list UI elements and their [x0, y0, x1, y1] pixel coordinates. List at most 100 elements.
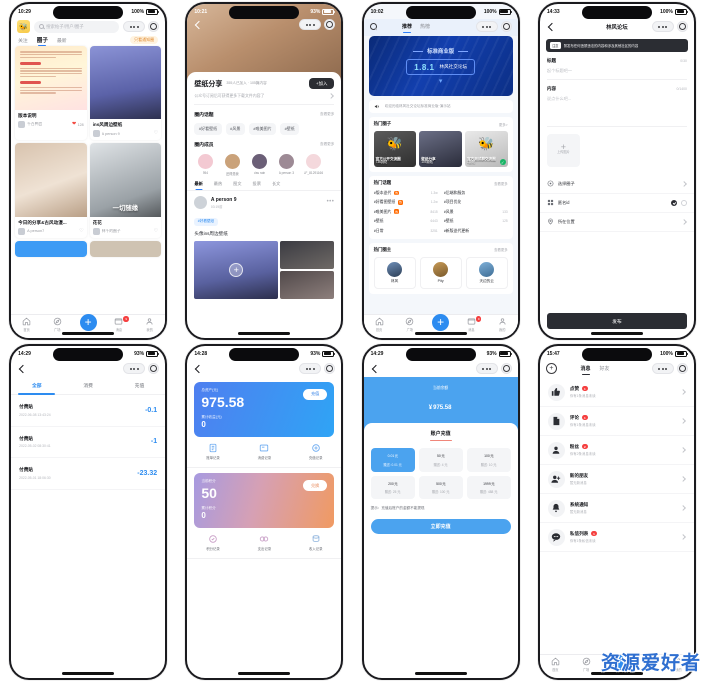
- tab-square[interactable]: 广场: [45, 317, 69, 332]
- bill-row[interactable]: 付费贴 2022-05-01 18:06:30 -23.32: [11, 458, 166, 490]
- search-input[interactable]: 搜索帖子/用户/圈子: [34, 20, 120, 33]
- feed-card[interactable]: 版本说明 千百鸭会 ❤ 128: [15, 46, 87, 141]
- recharge-option[interactable]: 1999元 赠送: 488 元: [466, 475, 511, 499]
- message-row-fans[interactable]: 粉丝 2 你有2条消息未读: [539, 436, 694, 465]
- action-bill-records[interactable]: 账单记录: [187, 443, 238, 460]
- close-icon[interactable]: [500, 363, 512, 374]
- back-button[interactable]: [546, 22, 556, 32]
- post-image[interactable]: [280, 241, 335, 270]
- member-item[interactable]: 还得是我: [221, 154, 243, 176]
- member-item[interactable]: kiss rain: [248, 154, 270, 175]
- tab-home[interactable]: 首页: [543, 657, 567, 672]
- circle-description[interactable]: 公众号订阅后可获得更多下载文件内容了: [194, 93, 335, 106]
- section-more[interactable]: 查看更多: [320, 112, 334, 117]
- post-tag[interactable]: #好看壁纸: [194, 217, 218, 226]
- subtab-imagetext[interactable]: 图文: [233, 181, 241, 187]
- topic-item[interactable]: #唯美图片热 8415: [374, 209, 438, 215]
- tab-all[interactable]: 全部: [11, 382, 62, 395]
- panel-more[interactable]: 查看更多: [494, 181, 508, 186]
- more-icon[interactable]: [651, 363, 674, 374]
- back-button[interactable]: [17, 364, 27, 374]
- message-row-system[interactable]: 系统通知 暂无新消息: [539, 494, 694, 523]
- tab-square[interactable]: 广场: [398, 317, 422, 332]
- tab-profile[interactable]: 我的: [138, 317, 162, 332]
- member-item[interactable]: A person 3: [275, 154, 297, 175]
- join-button[interactable]: +加入: [309, 78, 335, 90]
- title-input[interactable]: 起个标题吧～: [546, 68, 687, 80]
- recharge-option[interactable]: 500元 赠送: 100 元: [418, 475, 463, 499]
- more-icon[interactable]: [651, 21, 674, 32]
- radio-unselected[interactable]: [680, 199, 687, 206]
- hot-circle-card[interactable]: 壁纸分享 105篇帖: [419, 131, 462, 167]
- like-count[interactable]: ♡: [154, 228, 158, 234]
- tab-profile[interactable]: 我的: [490, 317, 514, 332]
- member-item[interactable]: LF_81291166: [302, 154, 324, 175]
- option-location[interactable]: 所在位置: [539, 213, 694, 232]
- radio-selected[interactable]: [670, 199, 677, 206]
- action-income-records[interactable]: 收入记录: [290, 534, 341, 551]
- feed-card[interactable]: [15, 240, 87, 257]
- back-button[interactable]: [193, 20, 203, 30]
- more-icon[interactable]: [299, 363, 322, 374]
- tab-home[interactable]: 首页: [367, 317, 391, 332]
- recharge-option[interactable]: 50元 赠送: 4 元: [418, 448, 463, 472]
- recharge-cta-button[interactable]: 立即充值: [370, 519, 511, 534]
- topic-item[interactable]: #版本迭代热 1.3w: [374, 190, 438, 196]
- tab-recharge[interactable]: 充值: [114, 382, 165, 394]
- avatar[interactable]: [194, 196, 208, 210]
- avatar[interactable]: 🐝: [17, 20, 31, 33]
- more-icon[interactable]: [475, 21, 498, 32]
- filter-pill[interactable]: 只看通知圈: [130, 36, 159, 45]
- tab-hotlist[interactable]: 热榜: [420, 23, 430, 30]
- topic-item[interactable]: #壁纸 6443: [374, 218, 438, 224]
- publish-button[interactable]: 发布: [546, 313, 687, 329]
- tab-message[interactable]: 9 消息: [107, 316, 131, 332]
- topic-item[interactable]: #风景 133: [444, 209, 508, 215]
- close-icon[interactable]: [148, 363, 160, 374]
- like-count[interactable]: ♡: [154, 131, 158, 136]
- owner-card[interactable]: 林风: [373, 256, 416, 290]
- tab-home[interactable]: 首页: [15, 317, 39, 332]
- topic-item[interactable]: #项目优化: [444, 199, 508, 205]
- message-row-new-friends[interactable]: 新的朋友 暂无新消息: [539, 465, 694, 494]
- bill-row[interactable]: 付费贴 2022-06-08 13:43:24 -0.1: [11, 395, 166, 427]
- more-icon[interactable]: [123, 363, 146, 374]
- action-consume-records[interactable]: 消费记录: [239, 443, 290, 460]
- recharge-button[interactable]: 充值: [302, 389, 328, 400]
- topic-tag[interactable]: #唯美图片: [248, 123, 277, 136]
- subtab-hot[interactable]: 最热: [214, 181, 222, 187]
- option-anonymous-id[interactable]: 匿名id: [539, 194, 694, 213]
- subtab-vote[interactable]: 投票: [253, 181, 261, 187]
- recharge-option[interactable]: 100元 赠送: 10 元: [466, 448, 511, 472]
- bill-row[interactable]: 付费贴 2022-05-02 08:30:41 -1: [11, 427, 166, 458]
- tab-consume[interactable]: 消费: [62, 382, 113, 394]
- action-expense-records[interactable]: 支出记录: [239, 534, 290, 551]
- feed-card[interactable]: 一切随缘 花花 林千的圈子 ♡: [89, 143, 162, 238]
- message-row-likes[interactable]: 点赞 1 你有1条消息未读: [539, 378, 694, 407]
- close-icon[interactable]: [324, 363, 336, 374]
- section-more[interactable]: 查看更多: [320, 142, 334, 147]
- topic-tag[interactable]: #风景: [225, 123, 245, 136]
- more-icon[interactable]: [299, 19, 322, 30]
- version-banner[interactable]: 标准商业版 1.8.1 林风社交论坛 ▾: [368, 36, 513, 96]
- topic-item[interactable]: #日常 3251: [374, 228, 438, 234]
- more-icon[interactable]: [123, 21, 146, 32]
- more-icon[interactable]: •••: [327, 199, 335, 204]
- tab-messages[interactable]: 消息: [581, 365, 591, 372]
- topic-item[interactable]: #好看图壁纸热 1.2w: [374, 199, 438, 205]
- more-icon[interactable]: [475, 363, 498, 374]
- topic-item[interactable]: #新版迭代更新: [444, 228, 508, 234]
- owner-card[interactable]: Pity: [419, 256, 462, 290]
- feed-card[interactable]: [89, 240, 162, 257]
- tab-square[interactable]: 广场: [574, 657, 598, 672]
- hot-circle-card[interactable]: 🐝 官方测试群交流圈 1篇帖 ✓: [464, 131, 508, 167]
- owner-card[interactable]: 天边的云: [465, 256, 508, 290]
- subtab-latest[interactable]: 最新: [194, 181, 202, 187]
- member-item[interactable]: 954: [194, 154, 216, 175]
- tab-friends[interactable]: 好友: [600, 365, 610, 372]
- post-item[interactable]: A person 9 03:19前 ••• #好看壁纸 头像ins周边壁纸 +: [187, 191, 341, 300]
- close-icon[interactable]: [676, 21, 688, 32]
- exchange-button[interactable]: 兑换: [302, 480, 328, 491]
- tab-circle[interactable]: 圈子: [37, 36, 48, 44]
- action-recharge-records[interactable]: 充值记录: [290, 443, 341, 460]
